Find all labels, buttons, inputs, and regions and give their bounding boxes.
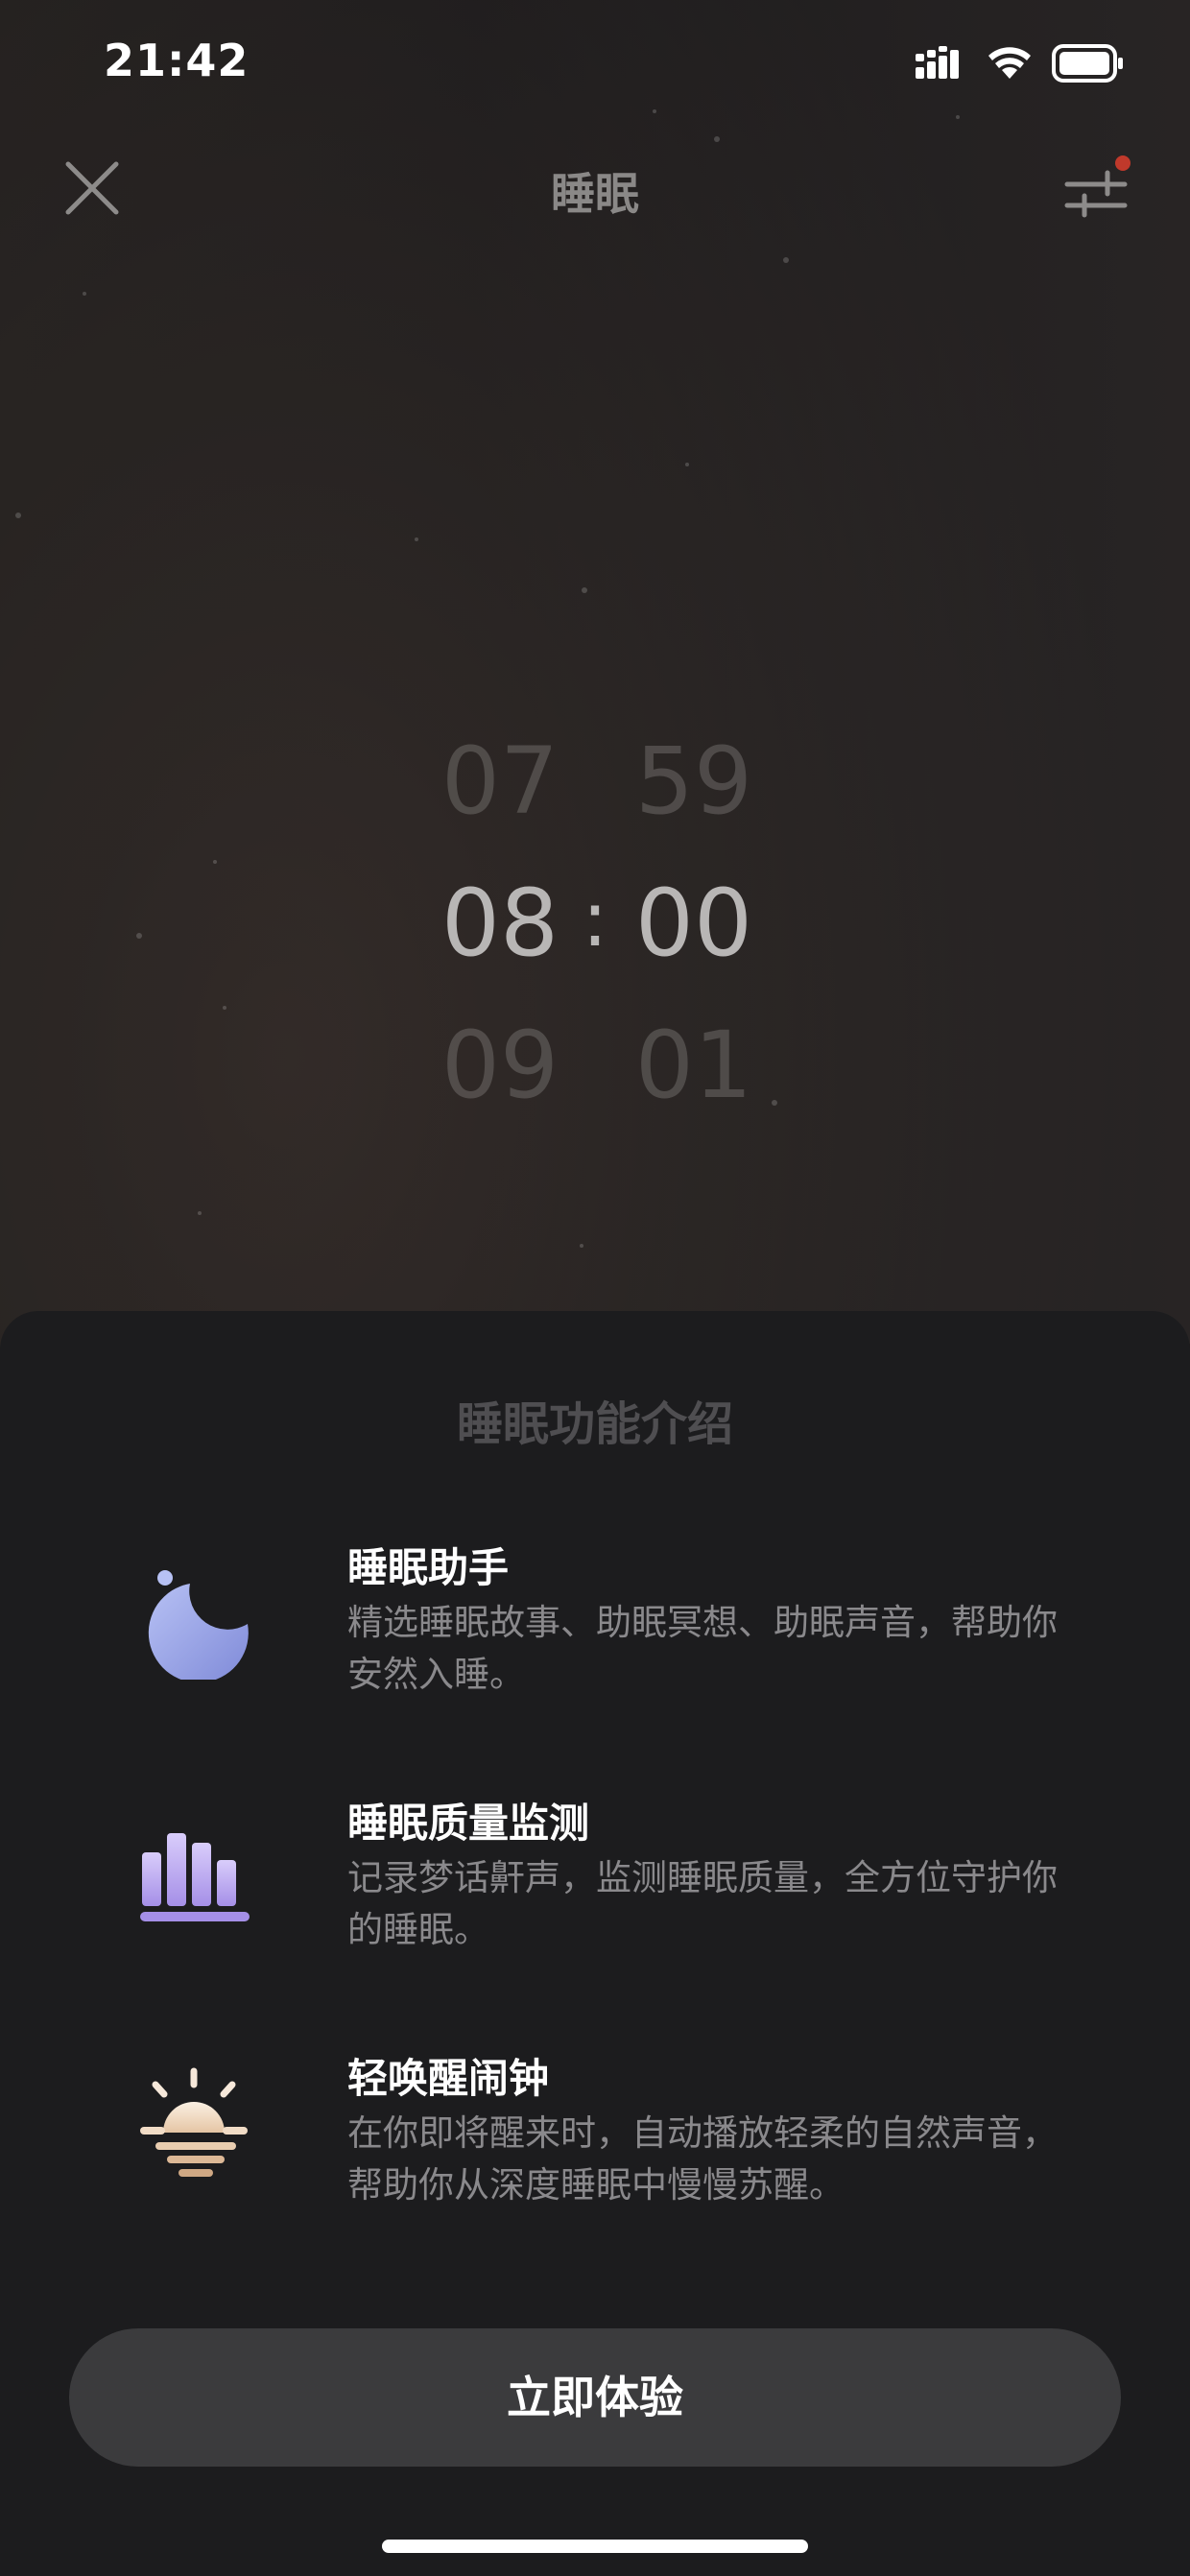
star — [714, 136, 720, 142]
feature-gentle-alarm: 轻唤醒闹钟 在你即将醒来时，自动播放轻柔的自然声音，帮助你从深度睡眠中慢慢苏醒。 — [0, 2046, 1190, 2238]
star — [83, 292, 86, 296]
settings-button[interactable] — [1058, 152, 1134, 228]
feature-title: 睡眠助手 — [347, 1544, 510, 1591]
hour-selected[interactable]: 08 — [418, 852, 582, 994]
sheet-title: 睡眠功能介绍 — [456, 1397, 733, 1451]
feature-sleep-assistant: 睡眠助手 精选睡眠故事、助眠冥想、助眠声音，帮助你安然入睡。 — [0, 1536, 1190, 1728]
minute-option[interactable]: 59 — [612, 710, 775, 852]
star — [415, 537, 418, 541]
feature-intro-sheet: 睡眠功能介绍 睡眠助手 精选睡眠故事、助眠冥想、助眠声音，帮助你安然入睡。 睡眠… — [0, 1311, 1190, 2576]
time-separator: : — [582, 874, 608, 964]
feature-description: 在你即将醒来时，自动播放轻柔的自然声音，帮助你从深度睡眠中慢慢苏醒。 — [347, 2112, 1058, 2206]
sunrise-icon — [140, 2067, 248, 2177]
minute-option[interactable]: 01 — [612, 994, 775, 1136]
star — [582, 587, 587, 593]
star — [783, 257, 789, 263]
notification-dot — [1115, 155, 1130, 171]
try-now-button[interactable]: 立即体验 — [69, 2328, 1121, 2467]
star — [213, 860, 217, 864]
time-picker[interactable]: 07 08 09 : 59 00 01 — [384, 710, 806, 1133]
star — [580, 1244, 583, 1248]
star — [15, 513, 21, 518]
minute-wheel[interactable]: 59 00 01 — [612, 710, 775, 1136]
feature-sleep-monitor: 睡眠质量监测 记录梦话鼾声，监测睡眠质量，全方位守护你的睡眠。 — [0, 1791, 1190, 1983]
feature-description: 记录梦话鼾声，监测睡眠质量，全方位守护你的睡眠。 — [347, 1857, 1058, 1950]
star — [198, 1211, 202, 1215]
battery-icon — [1052, 44, 1123, 83]
sliders-icon — [1064, 155, 1130, 218]
home-indicator — [382, 2540, 808, 2553]
feature-description: 精选睡眠故事、助眠冥想、助眠声音，帮助你安然入睡。 — [347, 1602, 1058, 1695]
status-bar: 21:42 — [0, 0, 1190, 131]
wifi-icon — [988, 47, 1031, 79]
star — [136, 933, 142, 939]
hour-option[interactable]: 09 — [418, 994, 582, 1136]
status-time: 21:42 — [104, 35, 250, 86]
hour-option[interactable]: 07 — [418, 710, 582, 852]
moon-icon — [148, 1570, 249, 1680]
page-title: 睡眠 — [551, 168, 639, 220]
feature-title: 睡眠质量监测 — [347, 1800, 590, 1847]
hour-wheel[interactable]: 07 08 09 — [418, 710, 582, 1136]
star — [223, 1006, 226, 1010]
star — [685, 463, 689, 466]
bar-chart-icon — [140, 1833, 250, 1921]
minute-selected[interactable]: 00 — [612, 852, 775, 994]
cellular-signal-icon — [916, 46, 959, 79]
sleep-screen: 21:42 睡眠 07 08 09: 59 00 01 睡眠功能介绍 睡眠助手… — [0, 0, 1190, 2576]
feature-title: 轻唤醒闹钟 — [347, 2055, 550, 2102]
